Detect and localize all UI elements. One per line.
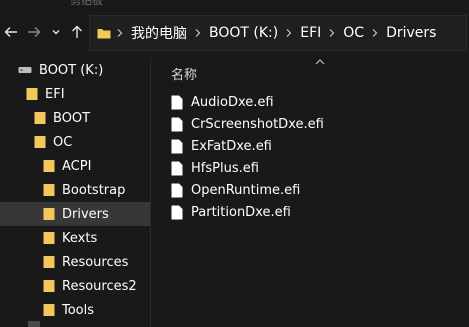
file-icon bbox=[171, 117, 183, 131]
breadcrumb-item-my-computer[interactable]: 我的电脑 bbox=[129, 23, 189, 43]
sidebar-item-label: Bootstrap bbox=[62, 182, 126, 198]
sidebar-item-label: Resources2 bbox=[62, 278, 137, 294]
file-item[interactable]: ExFatDxe.efi bbox=[171, 135, 431, 157]
sidebar-item-label: ACPI bbox=[62, 158, 92, 174]
folder-icon bbox=[43, 184, 55, 196]
folder-icon bbox=[97, 29, 111, 39]
file-name: ExFatDxe.efi bbox=[191, 138, 272, 154]
breadcrumb-separator[interactable] bbox=[323, 28, 341, 38]
breadcrumb-item-boot-drive[interactable]: BOOT (K:) bbox=[207, 25, 280, 41]
sidebar-item-tools[interactable]: Tools bbox=[0, 298, 150, 322]
sidebar-item-drivers[interactable]: Drivers bbox=[0, 202, 150, 226]
sidebar-item-label: EFI bbox=[45, 86, 65, 102]
file-icon bbox=[171, 95, 183, 109]
sidebar-item-label: Kexts bbox=[62, 230, 98, 246]
breadcrumb-item-efi[interactable]: EFI bbox=[298, 25, 323, 41]
file-icon bbox=[171, 139, 183, 153]
chevron-right-icon bbox=[329, 29, 335, 37]
sidebar-item-label: Drivers bbox=[62, 206, 109, 222]
folder-icon bbox=[43, 232, 55, 244]
back-button[interactable] bbox=[2, 20, 20, 44]
folder-icon bbox=[43, 280, 55, 292]
sidebar-item-label: Resources bbox=[62, 254, 129, 270]
ribbon-clipboard-label: 剪贴板 bbox=[70, 0, 103, 7]
arrow-up-icon bbox=[72, 25, 82, 38]
folder-icon bbox=[43, 304, 55, 316]
folder-icon bbox=[43, 256, 55, 268]
sidebar-item-label: BOOT bbox=[53, 110, 91, 126]
file-icon bbox=[171, 205, 183, 219]
folder-icon bbox=[34, 136, 46, 148]
chevron-right-icon bbox=[195, 29, 201, 37]
arrow-right-icon bbox=[28, 27, 41, 37]
file-name: PartitionDxe.efi bbox=[191, 204, 291, 220]
folder-icon bbox=[34, 112, 46, 124]
sidebar-item-boot-drive[interactable]: BOOT (K:) bbox=[0, 58, 150, 82]
recent-locations-button[interactable] bbox=[49, 20, 63, 44]
breadcrumb-item-drivers[interactable]: Drivers bbox=[384, 25, 438, 41]
breadcrumb-item-oc[interactable]: OC bbox=[341, 25, 366, 41]
file-item[interactable]: PartitionDxe.efi bbox=[171, 201, 431, 223]
file-icon bbox=[171, 183, 183, 197]
sidebar-item-acpi[interactable]: ACPI bbox=[0, 154, 150, 178]
file-name: CrScreenshotDxe.efi bbox=[191, 116, 324, 132]
folder-icon bbox=[43, 208, 55, 220]
file-icon bbox=[171, 161, 183, 175]
sidebar-item-resources2[interactable]: Resources2 bbox=[0, 274, 150, 298]
ribbon-remnant: 剪贴板 bbox=[0, 0, 469, 8]
chevron-down-icon bbox=[52, 30, 60, 35]
sidebar-item-kexts[interactable]: Kexts bbox=[0, 226, 150, 250]
up-button[interactable] bbox=[68, 20, 86, 44]
sidebar-item-resources[interactable]: Resources bbox=[0, 250, 150, 274]
drive-icon bbox=[18, 67, 32, 73]
breadcrumb-separator[interactable] bbox=[111, 28, 129, 38]
sidebar-item-label: Tools bbox=[62, 302, 95, 318]
file-item[interactable]: HfsPlus.efi bbox=[171, 157, 431, 179]
navigation-bar: 我的电脑 BOOT (K:) EFI OC Drivers bbox=[0, 8, 469, 58]
file-name: OpenRuntime.efi bbox=[191, 182, 301, 198]
column-header-name[interactable]: 名称 bbox=[171, 64, 197, 83]
file-name: AudioDxe.efi bbox=[191, 94, 274, 110]
folder-icon bbox=[43, 160, 55, 172]
folder-icon bbox=[26, 88, 38, 100]
breadcrumb-separator[interactable] bbox=[366, 28, 384, 38]
breadcrumb-separator[interactable] bbox=[189, 28, 207, 38]
scrollbar-thumb[interactable] bbox=[28, 321, 40, 327]
chevron-right-icon bbox=[117, 29, 123, 37]
sidebar-item-bootstrap[interactable]: Bootstrap bbox=[0, 178, 150, 202]
navigation-pane: BOOT (K:) EFI BOOT OC ACPI Bootstrap Dri… bbox=[0, 58, 150, 327]
sidebar-item-boot[interactable]: BOOT bbox=[0, 106, 150, 130]
chevron-right-icon bbox=[286, 29, 292, 37]
chevron-right-icon bbox=[372, 29, 378, 37]
file-item[interactable]: OpenRuntime.efi bbox=[171, 179, 431, 201]
sidebar-item-label: OC bbox=[53, 134, 73, 150]
file-item[interactable]: AudioDxe.efi bbox=[171, 91, 431, 113]
sort-ascending-icon bbox=[315, 59, 325, 65]
address-bar[interactable]: 我的电脑 BOOT (K:) EFI OC Drivers bbox=[89, 15, 467, 51]
breadcrumb-separator[interactable] bbox=[280, 28, 298, 38]
forward-button[interactable] bbox=[25, 20, 43, 44]
file-list-pane: 名称 AudioDxe.efi CrScreenshotDxe.efi ExFa… bbox=[151, 58, 469, 327]
sidebar-item-oc[interactable]: OC bbox=[0, 130, 150, 154]
arrow-left-icon bbox=[4, 27, 17, 37]
file-item[interactable]: CrScreenshotDxe.efi bbox=[171, 113, 431, 135]
sidebar-item-efi[interactable]: EFI bbox=[0, 82, 150, 106]
sidebar-item-label: BOOT (K:) bbox=[39, 62, 104, 78]
file-name: HfsPlus.efi bbox=[191, 160, 259, 176]
